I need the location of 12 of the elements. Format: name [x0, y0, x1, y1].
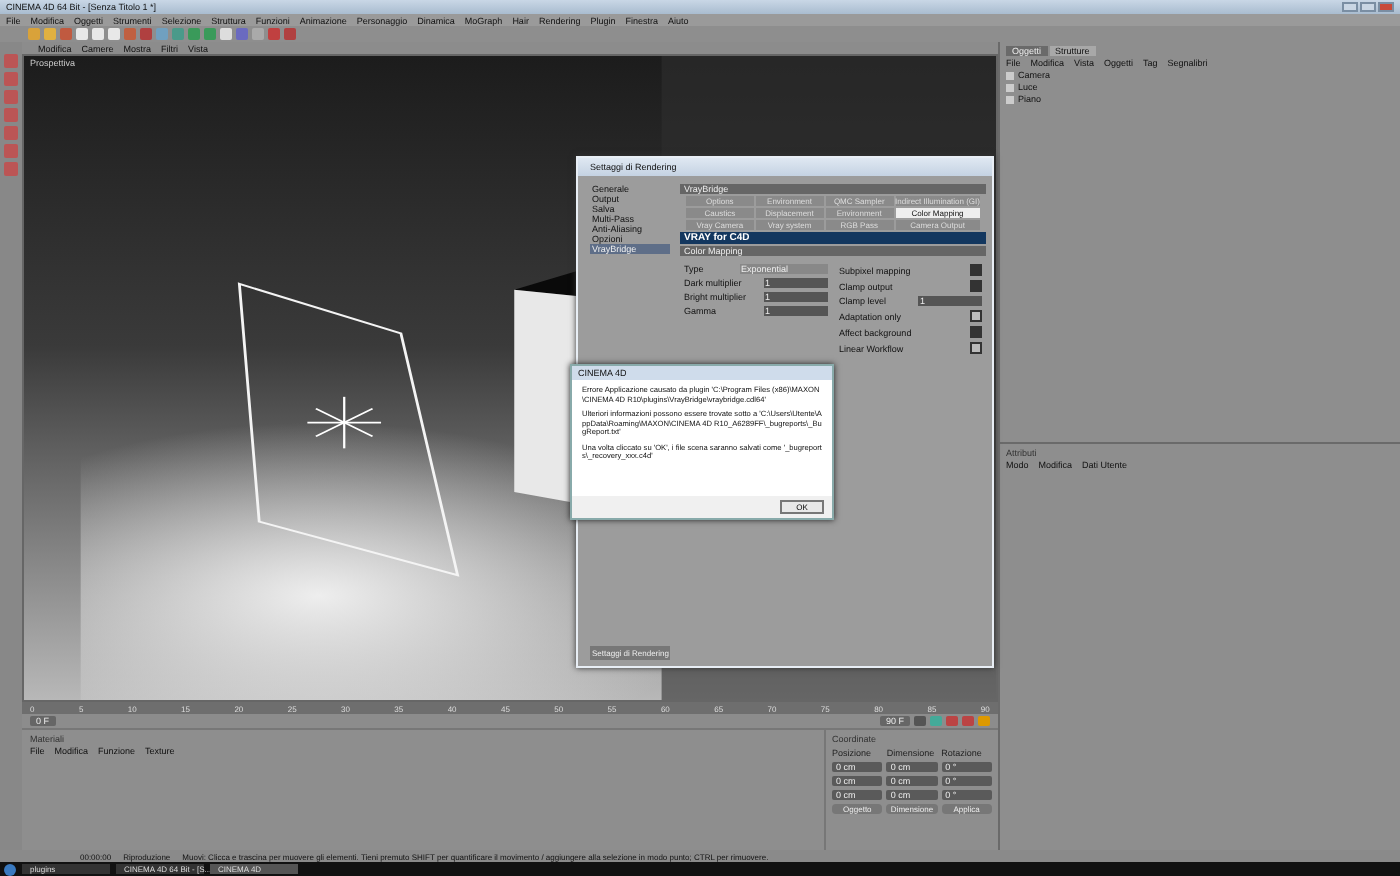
checkbox[interactable]	[970, 264, 982, 276]
close-button[interactable]	[1378, 2, 1394, 12]
checkbox[interactable]	[970, 342, 982, 354]
playback-icon[interactable]	[914, 716, 926, 726]
checkbox[interactable]	[970, 310, 982, 322]
minimize-button[interactable]	[1342, 2, 1358, 12]
key-icon[interactable]	[978, 716, 990, 726]
checkbox[interactable]	[970, 280, 982, 292]
maximize-button[interactable]	[1360, 2, 1376, 12]
checkbox[interactable]	[970, 326, 982, 338]
start-button[interactable]	[4, 863, 16, 875]
play-icon[interactable]	[930, 716, 942, 726]
